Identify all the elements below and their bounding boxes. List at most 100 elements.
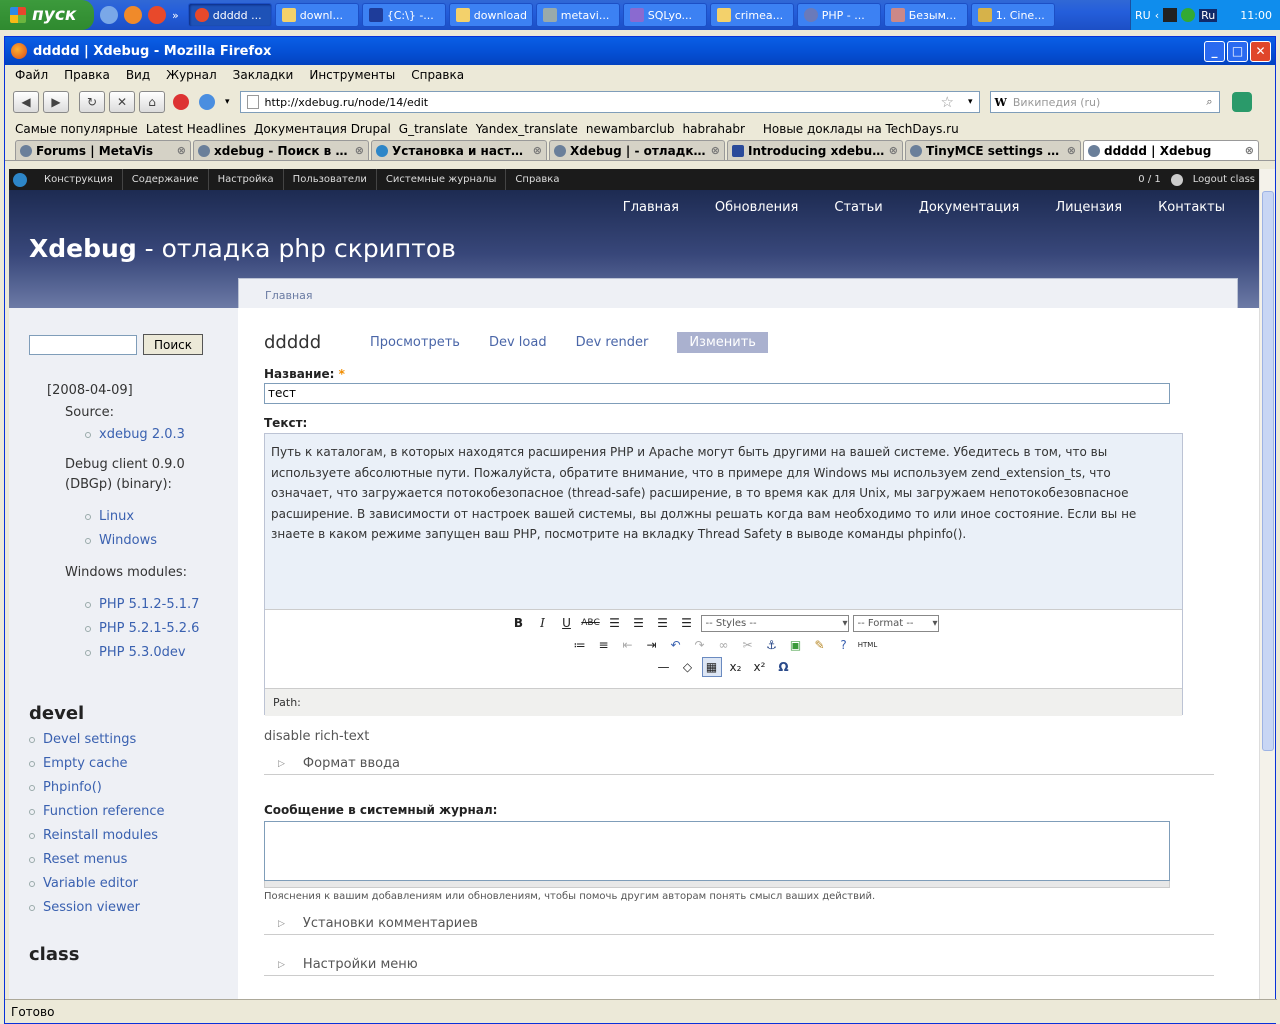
italic-icon[interactable]: I [533, 613, 553, 633]
quicklaunch-browser-icon[interactable] [148, 6, 166, 24]
taskbar-button[interactable]: PHP - ... [796, 3, 881, 27]
window-titlebar[interactable]: ddddd | Xdebug - Mozilla Firefox _ □ ✕ [5, 37, 1275, 65]
align-justify-icon[interactable]: ☰ [677, 613, 697, 633]
input-format-fieldset[interactable]: ▷ Формат ввода [264, 756, 1214, 775]
admin-menu-item[interactable]: Системные журналы [377, 169, 507, 190]
taskbar-button[interactable]: 1. Cine... [970, 3, 1055, 27]
sidebar-link[interactable]: PHP 5.3.0dev [29, 641, 238, 665]
devel-link[interactable]: Function reference [29, 800, 238, 824]
strikethrough-icon[interactable]: ABC [581, 613, 601, 633]
tab-close-icon[interactable]: ⊗ [711, 144, 720, 157]
taskbar-button[interactable]: crimea... [709, 3, 794, 27]
primary-nav-item[interactable]: Статьи [834, 200, 882, 215]
body-textarea[interactable]: Путь к каталогам, в которых находятся ра… [265, 434, 1182, 609]
quicklaunch-more-icon[interactable]: » [172, 9, 179, 22]
tray-arrow-icon[interactable]: ‹ [1155, 9, 1159, 22]
taskbar-button[interactable]: {C:\} -... [361, 3, 446, 27]
align-center-icon[interactable]: ☰ [629, 613, 649, 633]
taskbar-button[interactable]: metavi... [535, 3, 620, 27]
browser-tab[interactable]: Forums | MetaVis ⊗ [15, 140, 191, 160]
devel-link[interactable]: Session viewer [29, 896, 238, 920]
primary-nav-item[interactable]: Главная [623, 200, 679, 215]
tab-close-icon[interactable]: ⊗ [1245, 144, 1254, 157]
superscript-icon[interactable]: x² [750, 657, 770, 677]
align-right-icon[interactable]: ☰ [653, 613, 673, 633]
bookmark-item[interactable]: Yandex_translate [476, 122, 578, 136]
devel-link[interactable]: Variable editor [29, 872, 238, 896]
maximize-button[interactable]: □ [1227, 40, 1248, 62]
anchor-icon[interactable]: ⚓ [762, 635, 782, 655]
browser-tab[interactable]: TinyMCE settings | Xd... ⊗ [905, 140, 1081, 160]
indent-icon[interactable]: ⇥ [642, 635, 662, 655]
quicklaunch-globe-icon[interactable] [100, 6, 118, 24]
devel-link[interactable]: Phpinfo() [29, 776, 238, 800]
devel-link[interactable]: Reinstall modules [29, 824, 238, 848]
start-button[interactable]: пуск [0, 0, 94, 30]
breadcrumb-home[interactable]: Главная [265, 289, 313, 302]
primary-nav-item[interactable]: Контакты [1158, 200, 1225, 215]
tab-close-icon[interactable]: ⊗ [177, 144, 186, 157]
tray-network-icon[interactable] [1181, 8, 1196, 22]
browser-tab[interactable]: xdebug - Поиск в Goo... ⊗ [193, 140, 369, 160]
forward-button[interactable]: ▶ [43, 91, 69, 113]
primary-nav-item[interactable]: Лицензия [1055, 200, 1122, 215]
back-button[interactable]: ◀ [13, 91, 39, 113]
minimize-button[interactable]: _ [1204, 40, 1225, 62]
bookmark-star-icon[interactable]: ☆ [941, 93, 954, 111]
image-icon[interactable]: ▣ [786, 635, 806, 655]
bookmark-item[interactable]: habrahabr [683, 122, 745, 136]
format-select[interactable]: -- Format -- ▾ [852, 614, 939, 632]
tab-close-icon[interactable]: ⊗ [889, 144, 898, 157]
vertical-scrollbar[interactable] [1259, 169, 1275, 1001]
close-button[interactable]: ✕ [1250, 40, 1271, 62]
tab-view[interactable]: Просмотреть [370, 335, 460, 350]
adblock-icon[interactable] [173, 94, 189, 110]
bookmark-item[interactable]: Latest Headlines [146, 122, 246, 136]
search-bar[interactable]: W Википедия (ru) ⌕ [989, 91, 1220, 113]
tab-edit[interactable]: Изменить [677, 331, 768, 353]
sidebar-link[interactable]: Linux [29, 505, 238, 529]
horizontal-rule-icon[interactable]: — [654, 657, 674, 677]
link-icon[interactable]: ∞ [714, 635, 734, 655]
tab-close-icon[interactable]: ⊗ [355, 144, 364, 157]
admin-menu-item[interactable]: Конструкция [35, 169, 123, 190]
bookmark-item[interactable]: Документация Drupal [254, 122, 391, 136]
remove-format-icon[interactable]: ◇ [678, 657, 698, 677]
dropdown-arrow-icon[interactable]: ▾ [225, 97, 230, 107]
bold-icon[interactable]: B [509, 613, 529, 633]
taskbar-button[interactable]: SQLyo... [622, 3, 707, 27]
unlink-icon[interactable]: ✂ [738, 635, 758, 655]
taskbar-button[interactable]: downl... [274, 3, 359, 27]
numbered-list-icon[interactable]: ≡ [594, 635, 614, 655]
search-button[interactable]: Поиск [143, 334, 203, 355]
devel-link[interactable]: Reset menus [29, 848, 238, 872]
browser-tab[interactable]: Установка и настрой... ⊗ [371, 140, 547, 160]
extension-icon[interactable] [199, 94, 215, 110]
scrollbar-thumb[interactable] [1262, 191, 1274, 751]
admin-menu-item[interactable]: Содержание [123, 169, 209, 190]
skype-icon[interactable] [1231, 92, 1252, 112]
admin-menu-item[interactable]: Справка [506, 169, 568, 190]
browser-tab[interactable]: Introducing xdebug / ... ⊗ [727, 140, 903, 160]
browser-tab[interactable]: Xdebug | - отладка ph... ⊗ [549, 140, 725, 160]
menu-tools[interactable]: Инструменты [309, 68, 395, 82]
tray-app-icon[interactable] [1163, 8, 1178, 22]
subscript-icon[interactable]: x₂ [726, 657, 746, 677]
tab-dev-load[interactable]: Dev load [489, 335, 547, 350]
tab-close-icon[interactable]: ⊗ [1067, 144, 1076, 157]
outdent-icon[interactable]: ⇤ [618, 635, 638, 655]
help-icon[interactable]: ? [834, 635, 854, 655]
tab-dev-render[interactable]: Dev render [576, 335, 649, 350]
taskbar-button[interactable]: download [448, 3, 533, 27]
logout-link[interactable]: Logout class [1193, 174, 1255, 185]
table-icon[interactable]: ▦ [701, 657, 722, 677]
underline-icon[interactable]: U [557, 613, 577, 633]
search-input[interactable] [29, 334, 137, 355]
sidebar-link[interactable]: xdebug 2.0.3 [29, 423, 238, 447]
tab-close-icon[interactable]: ⊗ [533, 144, 542, 157]
search-icon[interactable]: ⌕ [1206, 95, 1212, 109]
menu-file[interactable]: Файл [15, 68, 48, 82]
url-dropdown-icon[interactable]: ▾ [968, 97, 973, 107]
menu-history[interactable]: Журнал [166, 68, 217, 82]
browser-tab-active[interactable]: ddddd | Xdebug ⊗ [1083, 140, 1259, 160]
